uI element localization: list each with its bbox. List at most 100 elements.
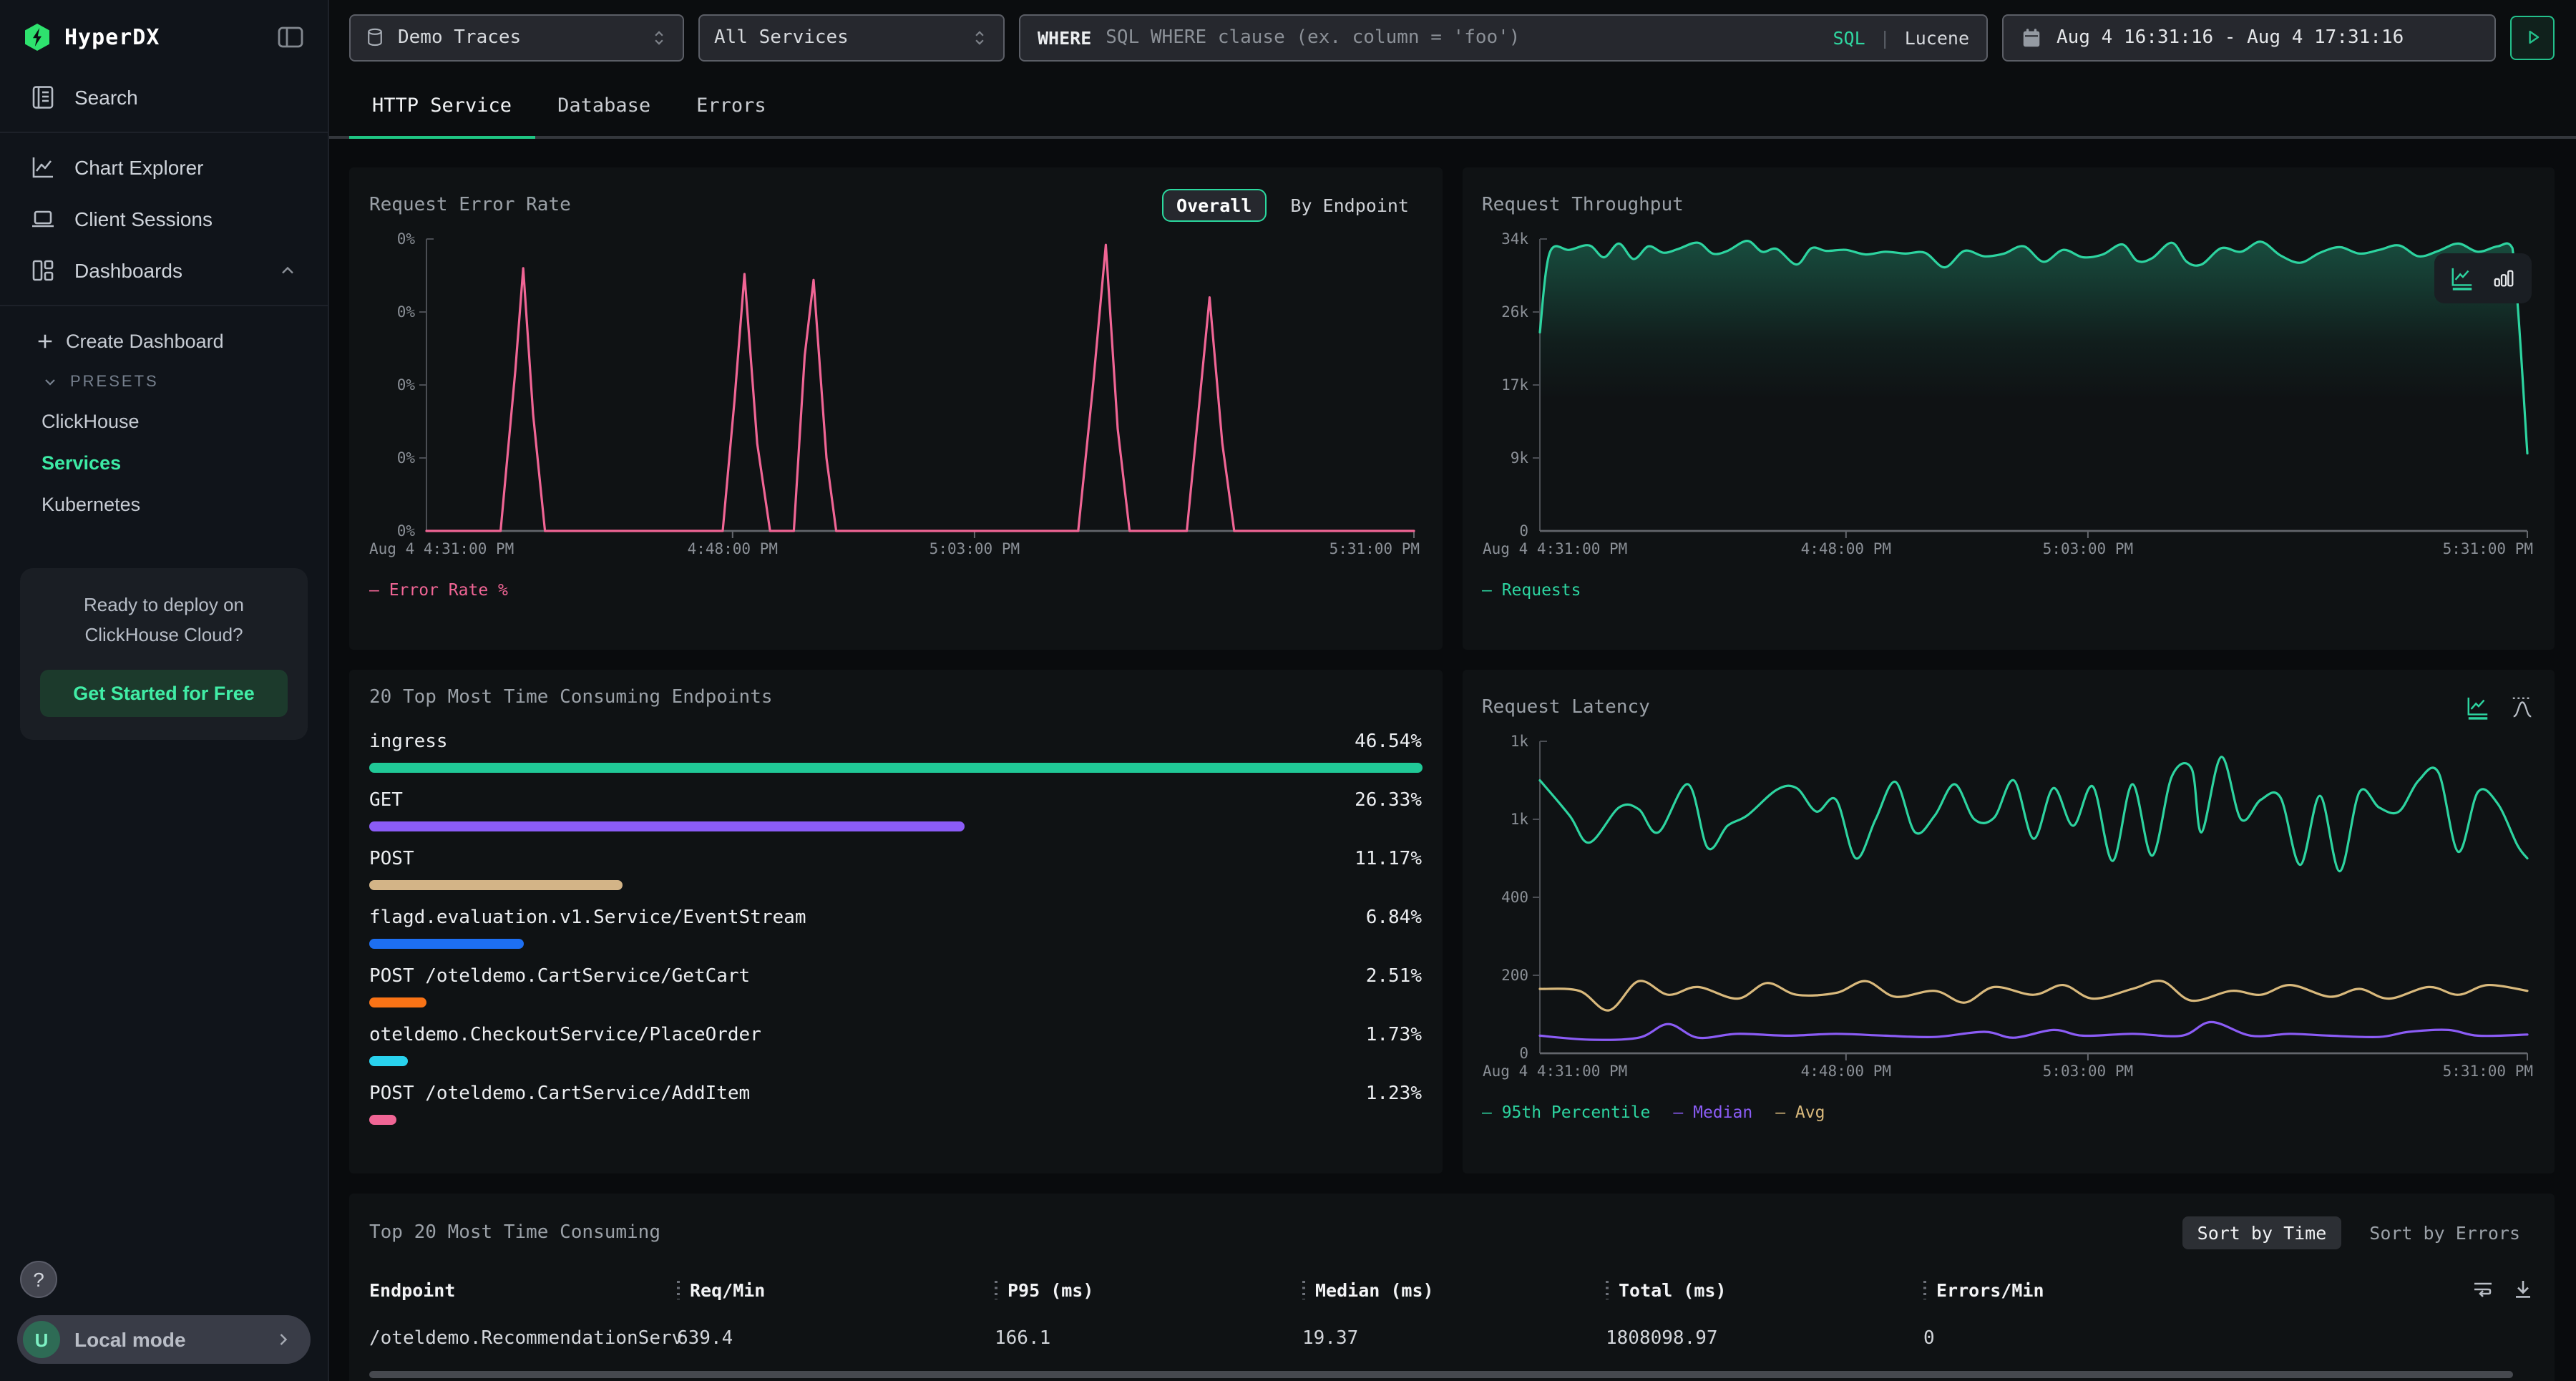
throughput-legend: — Requests xyxy=(1482,580,2534,600)
tab-http-service[interactable]: HTTP Service xyxy=(349,74,535,136)
column-drag-handle[interactable] xyxy=(1606,1280,1609,1299)
sidebar-item-dashboards[interactable]: Dashboards xyxy=(0,245,328,296)
create-dashboard-button[interactable]: Create Dashboard xyxy=(0,321,328,362)
endpoint-row[interactable]: oteldemo.CheckoutService/PlaceOrder 1.73% xyxy=(369,1025,1422,1066)
endpoint-bar xyxy=(369,1115,396,1125)
endpoint-row[interactable]: POST /oteldemo.CartService/AddItem1.23% xyxy=(369,1083,1422,1125)
panel-request-error-rate: Request Error Rate Overall By Endpoint 0… xyxy=(349,167,1442,650)
source-select[interactable]: Demo Traces xyxy=(349,14,684,61)
column-header[interactable]: Endpoint xyxy=(369,1279,677,1300)
sidebar-item-client-sessions[interactable]: Client Sessions xyxy=(0,193,328,245)
endpoint-row[interactable]: GET26.33% xyxy=(369,790,1422,831)
legend-item: — Error Rate % xyxy=(369,580,508,600)
throughput-chart[interactable]: 34k26k17k9k0Aug 4 4:31:00 PM4:48:00 PM5:… xyxy=(1482,225,2535,565)
lucene-mode-button[interactable]: Lucene xyxy=(1905,26,1969,48)
column-header[interactable]: P95 (ms) xyxy=(995,1279,1302,1300)
run-query-button[interactable] xyxy=(2510,15,2555,59)
svg-text:5:31:00 PM: 5:31:00 PM xyxy=(1330,540,1420,557)
svg-text:5:31:00 PM: 5:31:00 PM xyxy=(2442,540,2532,557)
endpoint-row[interactable]: POST /oteldemo.CartService/GetCart2.51% xyxy=(369,966,1422,1007)
column-drag-handle[interactable] xyxy=(1923,1280,1926,1299)
endpoint-row[interactable]: POST11.17% xyxy=(369,849,1422,890)
svg-text:26k: 26k xyxy=(1501,303,1528,321)
chevron-down-icon xyxy=(42,374,59,391)
avatar: U xyxy=(23,1321,60,1358)
search-journal-icon xyxy=(30,84,56,110)
column-header[interactable]: Total (ms) xyxy=(1606,1279,1923,1300)
endpoint-label: GET xyxy=(369,790,403,811)
sidebar-preset-kubernetes[interactable]: Kubernetes xyxy=(0,484,328,525)
column-header[interactable]: Median (ms) xyxy=(1302,1279,1606,1300)
column-drag-handle[interactable] xyxy=(677,1280,680,1299)
sql-mode-button[interactable]: SQL xyxy=(1833,26,1865,48)
horizontal-scrollbar[interactable] xyxy=(369,1371,2513,1378)
presets-section-toggle[interactable]: PRESETS xyxy=(0,362,328,401)
column-header[interactable]: Req/Min xyxy=(677,1279,995,1300)
where-keyword: WHERE xyxy=(1038,26,1091,48)
download-icon[interactable] xyxy=(2512,1278,2534,1301)
svg-text:1k: 1k xyxy=(1510,811,1528,828)
presets-label: PRESETS xyxy=(70,374,159,391)
sidebar-header: HyperDX xyxy=(0,0,328,72)
endpoints-list: ingress46.54% GET26.33% POST11.17% flagd.ev… xyxy=(369,731,1422,1125)
table-cell: 0 xyxy=(1923,1328,2167,1350)
toggle-by-endpoint[interactable]: By Endpoint xyxy=(1277,190,1422,220)
latency-chart[interactable]: 1k1k4002000Aug 4 4:31:00 PM4:48:00 PM5:0… xyxy=(1482,727,2535,1088)
histogram-chart-type-icon[interactable] xyxy=(2510,695,2534,719)
endpoint-row[interactable]: ingress46.54% xyxy=(369,731,1422,773)
calendar-icon xyxy=(2021,26,2042,48)
sidebar-item-label: Chart Explorer xyxy=(74,156,204,179)
help-button[interactable]: ? xyxy=(20,1261,57,1298)
svg-text:9k: 9k xyxy=(1510,449,1528,467)
endpoint-label: POST xyxy=(369,849,414,870)
legend-item: — Requests xyxy=(1482,580,1581,600)
column-drag-handle[interactable] xyxy=(1302,1280,1305,1299)
line-chart-type-icon[interactable] xyxy=(2450,266,2474,291)
service-select[interactable]: All Services xyxy=(698,14,1005,61)
sidebar-item-search[interactable]: Search xyxy=(0,72,328,123)
line-chart-type-icon[interactable] xyxy=(2466,695,2490,719)
hyperdx-logo-icon xyxy=(23,23,52,52)
sort-by-time-button[interactable]: Sort by Time xyxy=(2183,1216,2341,1249)
svg-text:0%: 0% xyxy=(397,303,416,321)
table-cell: 1808098.97 xyxy=(1606,1328,1923,1350)
app-title: HyperDX xyxy=(64,24,276,50)
user-menu[interactable]: U Local mode xyxy=(17,1315,311,1364)
endpoint-row[interactable]: flagd.evaluation.v1.Service/EventStream6… xyxy=(369,907,1422,949)
svg-text:0%: 0% xyxy=(397,522,416,540)
select-chevrons-icon xyxy=(650,26,668,48)
table-row[interactable]: /oteldemo.RecommendationServ639.4166.119… xyxy=(369,1328,2534,1350)
sidebar-item-chart-explorer[interactable]: Chart Explorer xyxy=(0,142,328,193)
bar-chart-type-icon[interactable] xyxy=(2492,266,2516,291)
error-rate-chart[interactable]: 0%0%0%0%0%Aug 4 4:31:00 PM4:48:00 PM5:03… xyxy=(369,225,1423,565)
endpoint-percent: 1.73% xyxy=(1366,1025,1422,1046)
column-drag-handle[interactable] xyxy=(995,1280,997,1299)
panel-request-throughput: Request Throughput 34k26k17k9k0Aug 4 4:3… xyxy=(1462,167,2555,650)
toggle-overall[interactable]: Overall xyxy=(1162,188,1266,221)
tab-errors[interactable]: Errors xyxy=(673,74,789,136)
time-range-picker[interactable]: Aug 4 16:31:16 - Aug 4 17:31:16 xyxy=(2002,14,2496,61)
where-input[interactable] xyxy=(1106,26,1818,48)
column-header[interactable]: Errors/Min xyxy=(1923,1279,2167,1300)
collapse-sidebar-icon[interactable] xyxy=(276,23,305,52)
sort-by-errors-button[interactable]: Sort by Errors xyxy=(2355,1216,2534,1249)
svg-text:5:03:00 PM: 5:03:00 PM xyxy=(2042,1063,2132,1080)
tab-database[interactable]: Database xyxy=(535,74,673,136)
chart-type-toggle xyxy=(2434,253,2532,303)
panel-title: Request Throughput xyxy=(1482,194,1684,215)
sidebar-preset-services[interactable]: Services xyxy=(0,442,328,484)
svg-text:5:03:00 PM: 5:03:00 PM xyxy=(930,540,1020,557)
endpoint-label: oteldemo.CheckoutService/PlaceOrder xyxy=(369,1025,761,1046)
row-settings-icon[interactable] xyxy=(2472,1278,2494,1301)
get-started-button[interactable]: Get Started for Free xyxy=(40,669,288,716)
latency-legend: — 95th Percentile— Median— Avg xyxy=(1482,1102,2534,1122)
service-select-value: All Services xyxy=(714,26,849,48)
sidebar-preset-clickhouse[interactable]: ClickHouse xyxy=(0,401,328,442)
chevron-right-icon xyxy=(273,1329,293,1350)
endpoint-label: POST /oteldemo.CartService/GetCart xyxy=(369,966,750,987)
chevron-up-icon[interactable] xyxy=(278,260,298,280)
error-rate-legend: — Error Rate % xyxy=(369,580,1422,600)
legend-item: — Avg xyxy=(1775,1102,1825,1122)
promo-line2: ClickHouse Cloud? xyxy=(40,621,288,651)
table-cell: /oteldemo.RecommendationServ xyxy=(369,1328,677,1350)
